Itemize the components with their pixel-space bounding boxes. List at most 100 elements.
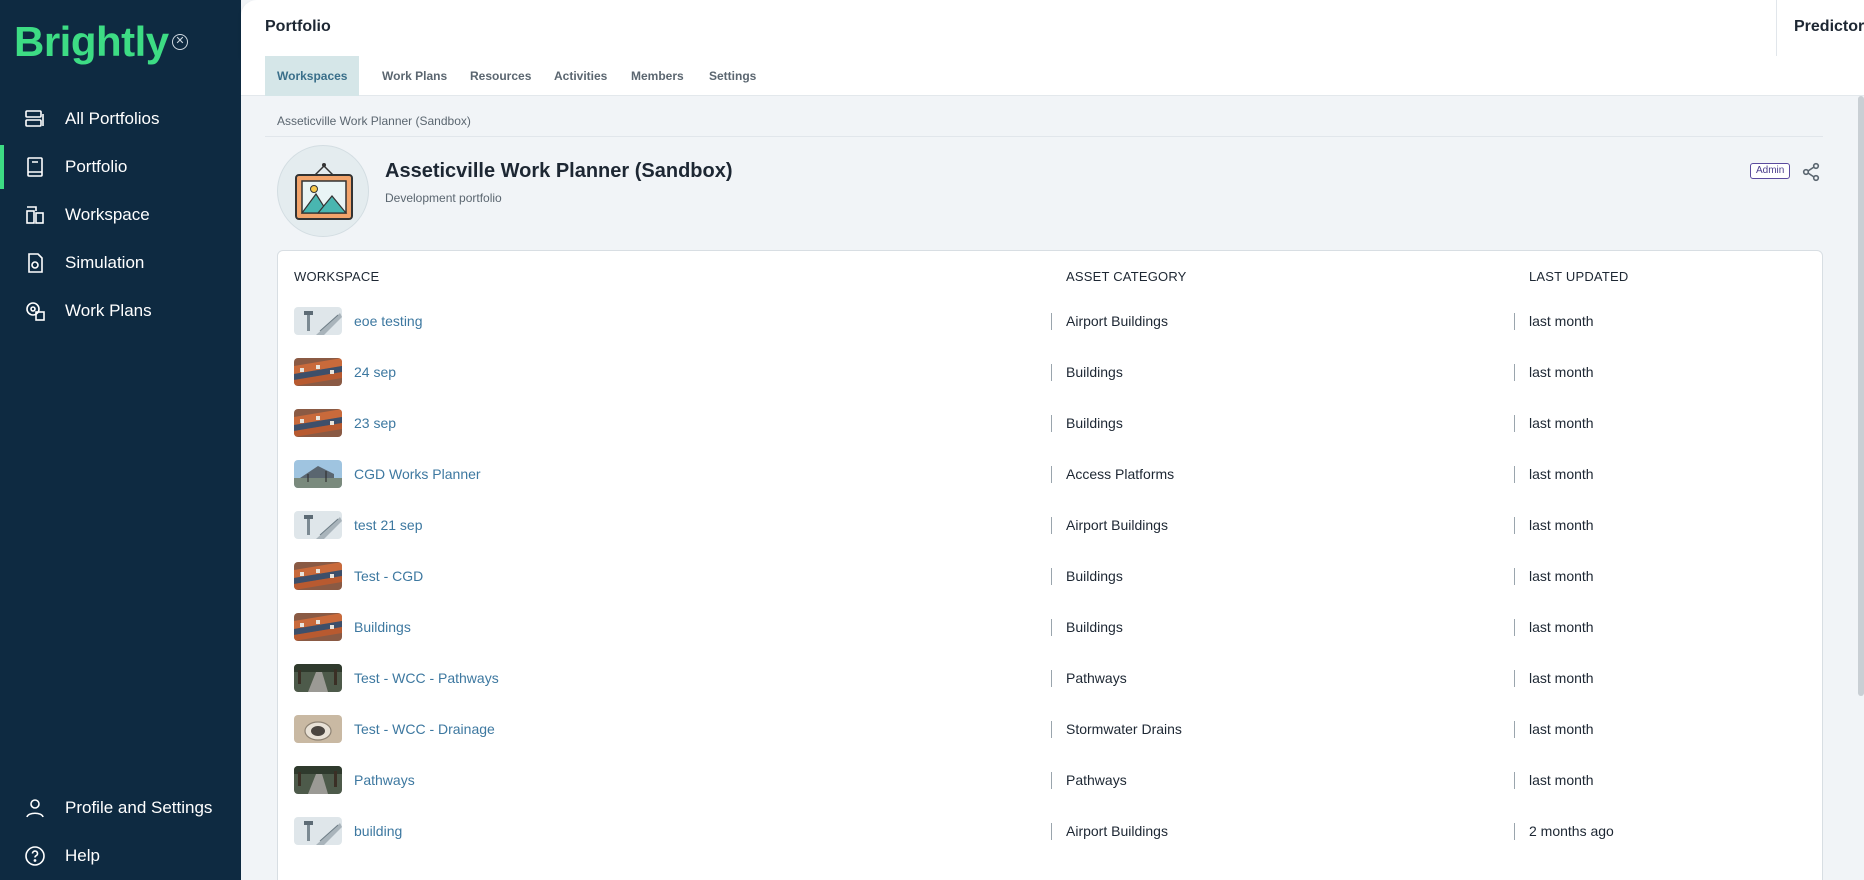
column-separator — [1514, 466, 1515, 483]
table-row[interactable]: CGD Works Planner Access Platforms last mo… — [278, 448, 1824, 499]
share-icon[interactable] — [1802, 162, 1820, 182]
last-updated-cell: last month — [1529, 466, 1594, 482]
column-header-last-updated[interactable]: LAST UPDATED — [1529, 269, 1628, 284]
workspace-thumbnail — [294, 460, 342, 488]
breadcrumb[interactable]: Asseticville Work Planner (Sandbox) — [277, 114, 471, 128]
column-separator — [1514, 721, 1515, 738]
tab-resources[interactable]: Resources — [458, 56, 543, 96]
workspace-thumbnail — [294, 511, 342, 539]
column-separator — [1051, 364, 1052, 381]
workspace-link[interactable]: building — [354, 823, 402, 839]
last-updated-cell: last month — [1529, 721, 1594, 737]
workspace-link[interactable]: Test - WCC - Drainage — [354, 721, 495, 737]
table-row[interactable]: Test - WCC - Drainage Stormwater Drains la… — [278, 703, 1824, 754]
workspace-link[interactable]: Buildings — [354, 619, 411, 635]
table-row[interactable]: 23 sep Buildings last month — [278, 397, 1824, 448]
workspace-link[interactable]: 23 sep — [354, 415, 396, 431]
column-header-asset-category[interactable]: ASSET CATEGORY — [1066, 269, 1187, 284]
asset-category-cell: Airport Buildings — [1066, 823, 1168, 839]
tab-settings[interactable]: Settings — [697, 56, 768, 96]
column-separator — [1514, 772, 1515, 789]
last-updated-cell: last month — [1529, 415, 1594, 431]
admin-badge: Admin — [1750, 163, 1791, 179]
table-row[interactable]: Buildings Buildings last month — [278, 601, 1824, 652]
table-row[interactable]: eoe testing Airport Buildings last month — [278, 295, 1824, 346]
workspace-link[interactable]: Test - WCC - Pathways — [354, 670, 499, 686]
portfolios-icon — [25, 110, 44, 127]
column-separator — [1514, 364, 1515, 381]
workspace-thumbnail — [294, 715, 342, 743]
column-separator — [1051, 772, 1052, 789]
workspace-thumbnail — [294, 766, 342, 794]
column-separator — [1051, 415, 1052, 432]
last-updated-cell: last month — [1529, 568, 1594, 584]
sidebar-item-all-portfolios[interactable]: All Portfolios — [0, 97, 241, 141]
tab-workspaces[interactable]: Workspaces — [265, 56, 360, 96]
column-separator — [1051, 721, 1052, 738]
picture-frame-icon — [295, 163, 353, 220]
workspace-link[interactable]: 24 sep — [354, 364, 396, 380]
book-icon — [27, 157, 43, 177]
sidebar-item-simulation[interactable]: Simulation — [0, 241, 241, 285]
workspace-link[interactable]: eoe testing — [354, 313, 423, 329]
workspace-thumbnail — [294, 358, 342, 386]
last-updated-cell: last month — [1529, 670, 1594, 686]
sidebar-item-label: Simulation — [65, 253, 145, 272]
tab-members[interactable]: Members — [619, 56, 696, 96]
column-separator — [1051, 823, 1052, 840]
workspace-link[interactable]: test 21 sep — [354, 517, 423, 533]
page-title: Portfolio — [265, 18, 331, 35]
column-separator — [1051, 670, 1052, 687]
workspace-thumbnail — [294, 664, 342, 692]
tabs-bar: Workspaces Work Plans Resources Activiti… — [241, 56, 1864, 96]
column-separator — [1051, 568, 1052, 585]
table-row[interactable]: Test - CGD Buildings last month — [278, 550, 1824, 601]
asset-category-cell: Buildings — [1066, 619, 1123, 635]
column-separator — [1051, 619, 1052, 636]
sidebar-item-work-plans[interactable]: Work Plans — [0, 289, 241, 333]
sidebar-item-portfolio[interactable]: Portfolio — [0, 145, 241, 189]
top-bar: Portfolio Predictor — [241, 0, 1864, 56]
workspace-link[interactable]: Test - CGD — [354, 568, 423, 584]
sidebar-item-label: Work Plans — [65, 301, 152, 320]
scrollbar[interactable] — [1858, 96, 1864, 696]
column-separator — [1051, 517, 1052, 534]
last-updated-cell: 2 months ago — [1529, 823, 1614, 839]
column-separator — [1514, 313, 1515, 330]
workspace-thumbnail — [294, 562, 342, 590]
user-icon — [26, 799, 44, 818]
table-row[interactable]: building Airport Buildings 2 months ago — [278, 805, 1824, 856]
tab-activities[interactable]: Activities — [542, 56, 619, 96]
product-name: Predictor — [1794, 18, 1864, 35]
help-icon — [25, 846, 45, 866]
column-header-workspace[interactable]: WORKSPACE — [294, 269, 379, 284]
column-separator — [1514, 823, 1515, 840]
workspace-link[interactable]: Pathways — [354, 772, 415, 788]
sidebar-item-profile-settings[interactable]: Profile and Settings — [0, 786, 241, 830]
table-row[interactable]: Test - WCC - Pathways Pathways last month — [278, 652, 1824, 703]
asset-category-cell: Airport Buildings — [1066, 517, 1168, 533]
table-row[interactable]: Pathways Pathways last month — [278, 754, 1824, 805]
last-updated-cell: last month — [1529, 772, 1594, 788]
asset-category-cell: Buildings — [1066, 364, 1123, 380]
sidebar-item-workspace[interactable]: Workspace — [0, 193, 241, 237]
workspace-link[interactable]: CGD Works Planner — [354, 466, 481, 482]
column-separator — [1514, 517, 1515, 534]
workspace-thumbnail — [294, 613, 342, 641]
portfolio-subtitle: Development portfolio — [385, 191, 502, 205]
close-circle-icon[interactable]: ✕ — [172, 34, 188, 50]
workspace-thumbnail — [294, 817, 342, 845]
table-row[interactable]: 24 sep Buildings last month — [278, 346, 1824, 397]
column-separator — [1051, 466, 1052, 483]
work-plans-icon — [26, 302, 45, 321]
tab-work-plans[interactable]: Work Plans — [370, 56, 459, 96]
table-row[interactable]: test 21 sep Airport Buildings last month — [278, 499, 1824, 550]
column-separator — [1514, 670, 1515, 687]
sidebar-item-help[interactable]: Help — [0, 834, 241, 878]
asset-category-cell: Buildings — [1066, 415, 1123, 431]
column-separator — [1514, 568, 1515, 585]
asset-category-cell: Access Platforms — [1066, 466, 1175, 482]
last-updated-cell: last month — [1529, 619, 1594, 635]
column-separator — [1514, 619, 1515, 636]
portfolio-avatar — [277, 145, 369, 237]
